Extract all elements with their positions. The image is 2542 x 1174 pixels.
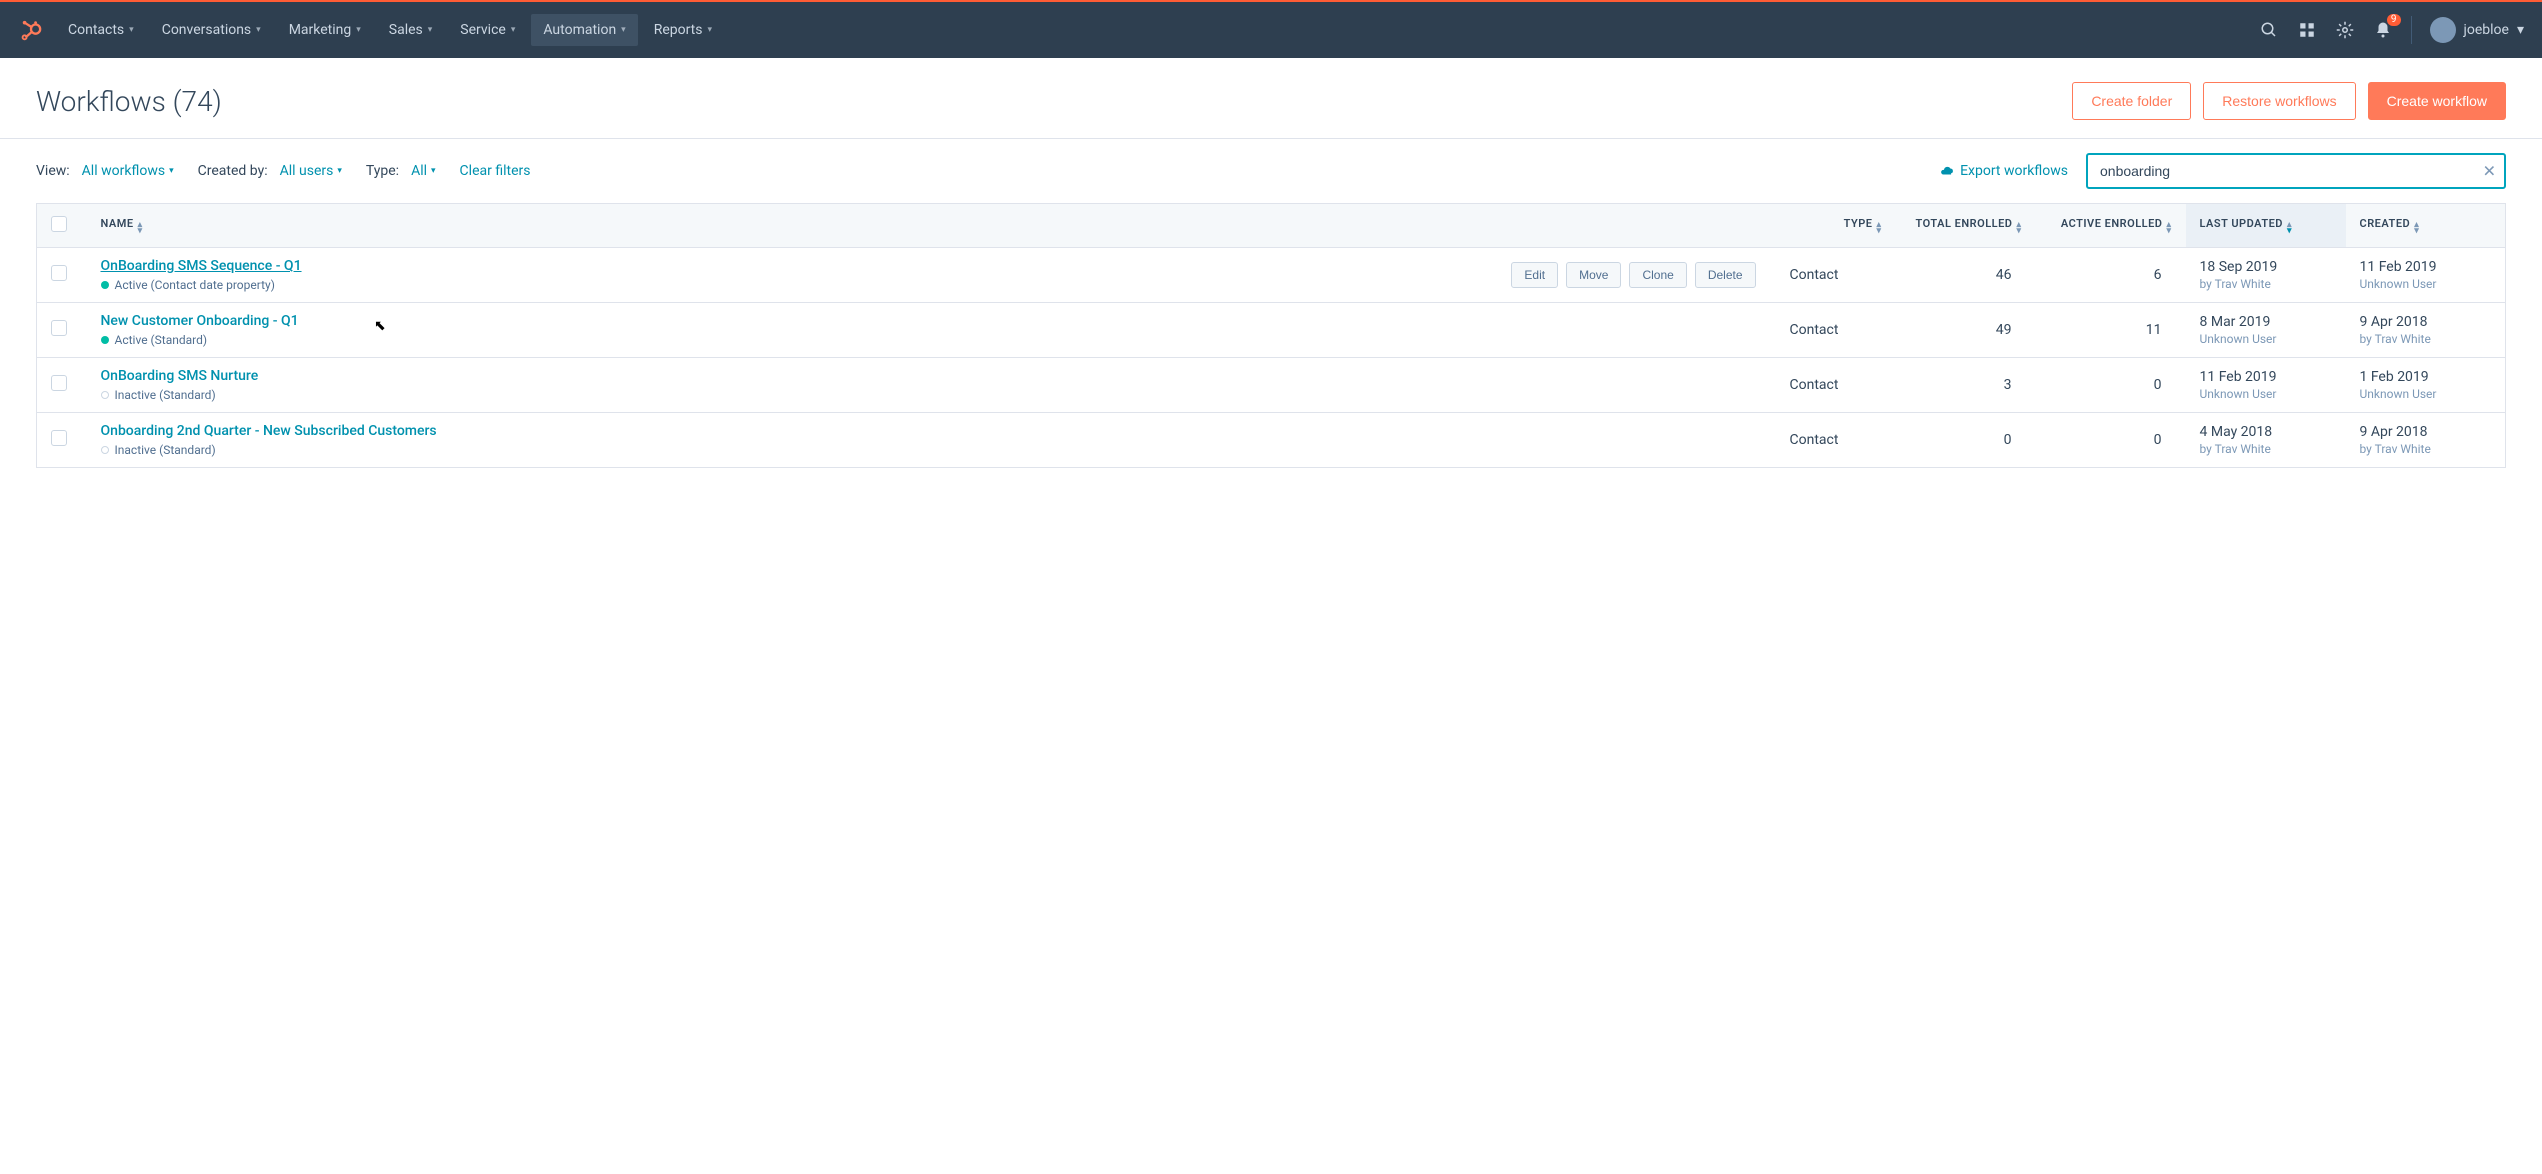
create-folder-button[interactable]: Create folder bbox=[2072, 82, 2191, 120]
chevron-down-icon: ▾ bbox=[169, 166, 174, 176]
workflow-type: Contact bbox=[1776, 248, 1896, 303]
chevron-down-icon: ▾ bbox=[708, 25, 713, 35]
chevron-down-icon: ▾ bbox=[431, 166, 436, 176]
nav-item-service[interactable]: Service▾ bbox=[448, 14, 527, 46]
chevron-down-icon: ▾ bbox=[621, 25, 626, 35]
last-updated-cell: 11 Feb 2019Unknown User bbox=[2186, 358, 2346, 413]
created-by-filter[interactable]: All users▾ bbox=[280, 163, 342, 179]
filter-bar: View: All workflows▾ Created by: All use… bbox=[0, 139, 2542, 203]
table-row: OnBoarding SMS Nurture Inactive (Standard… bbox=[37, 358, 2506, 413]
total-enrolled-value: 3 bbox=[1896, 358, 2036, 413]
export-workflows-link[interactable]: Export workflows bbox=[1940, 163, 2068, 179]
clone-button[interactable]: Clone bbox=[1629, 262, 1686, 288]
user-menu[interactable]: joebloe ▾ bbox=[2430, 17, 2524, 43]
marketplace-icon[interactable] bbox=[2297, 20, 2317, 40]
workflow-type: Contact bbox=[1776, 358, 1896, 413]
nav-item-contacts[interactable]: Contacts▾ bbox=[56, 14, 146, 46]
workflow-type: Contact bbox=[1776, 303, 1896, 358]
workflow-status: Active (Contact date property) bbox=[101, 278, 1484, 292]
nav-item-conversations[interactable]: Conversations▾ bbox=[150, 14, 273, 46]
clear-filters-link[interactable]: Clear filters bbox=[460, 163, 531, 179]
workflow-name-link[interactable]: OnBoarding SMS Sequence - Q1 bbox=[101, 258, 1484, 274]
hubspot-logo-icon[interactable] bbox=[18, 17, 44, 43]
search-input[interactable] bbox=[2086, 153, 2506, 189]
settings-gear-icon[interactable] bbox=[2335, 20, 2355, 40]
chevron-down-icon: ▾ bbox=[428, 25, 433, 35]
select-all-header[interactable] bbox=[37, 204, 87, 248]
table-row: OnBoarding SMS Sequence - Q1 Active (Cont… bbox=[37, 248, 2506, 303]
workflow-name-link[interactable]: New Customer Onboarding - Q1 bbox=[101, 313, 1484, 329]
chevron-down-icon: ▾ bbox=[256, 25, 261, 35]
create-workflow-button[interactable]: Create workflow bbox=[2368, 82, 2506, 120]
edit-button[interactable]: Edit bbox=[1511, 262, 1558, 288]
last-updated-cell: 18 Sep 2019by Trav White bbox=[2186, 248, 2346, 303]
table-row: New Customer Onboarding - Q1 Active (Stan… bbox=[37, 303, 2506, 358]
row-checkbox[interactable] bbox=[51, 320, 67, 336]
search-icon[interactable] bbox=[2259, 20, 2279, 40]
active-enrolled-value: 0 bbox=[2036, 413, 2186, 468]
row-checkbox[interactable] bbox=[51, 430, 67, 446]
cloud-download-icon bbox=[1940, 164, 1954, 178]
status-dot-icon bbox=[101, 281, 109, 289]
delete-button[interactable]: Delete bbox=[1695, 262, 1756, 288]
created-column-header[interactable]: CREATED▴▾ bbox=[2346, 204, 2506, 248]
name-column-header[interactable]: NAME▴▾ bbox=[87, 204, 1776, 248]
last-updated-column-header[interactable]: LAST UPDATED▴▾ bbox=[2186, 204, 2346, 248]
active-enrolled-column-header[interactable]: ACTIVE ENROLLED▴▾ bbox=[2036, 204, 2186, 248]
page-title: Workflows (74) bbox=[36, 85, 222, 118]
created-cell: 1 Feb 2019Unknown User bbox=[2346, 358, 2506, 413]
total-enrolled-value: 46 bbox=[1896, 248, 2036, 303]
select-all-checkbox[interactable] bbox=[51, 216, 67, 232]
type-label: Type: bbox=[366, 163, 399, 179]
workflows-table: NAME▴▾ TYPE▴▾ TOTAL ENROLLED▴▾ ACTIVE EN… bbox=[36, 203, 2506, 468]
last-updated-cell: 4 May 2018by Trav White bbox=[2186, 413, 2346, 468]
created-cell: 9 Apr 2018by Trav White bbox=[2346, 303, 2506, 358]
workflow-name-link[interactable]: Onboarding 2nd Quarter - New Subscribed … bbox=[101, 423, 1484, 439]
created-cell: 9 Apr 2018by Trav White bbox=[2346, 413, 2506, 468]
chevron-down-icon: ▾ bbox=[129, 25, 134, 35]
row-checkbox[interactable] bbox=[51, 375, 67, 391]
avatar bbox=[2430, 17, 2456, 43]
clear-search-icon[interactable]: ✕ bbox=[2483, 162, 2496, 181]
chevron-down-icon: ▾ bbox=[511, 25, 516, 35]
page-header: Workflows (74) Create folder Restore wor… bbox=[0, 58, 2542, 139]
chevron-down-icon: ▾ bbox=[356, 25, 361, 35]
move-button[interactable]: Move bbox=[1566, 262, 1621, 288]
type-filter[interactable]: All▾ bbox=[411, 163, 435, 179]
nav-item-marketing[interactable]: Marketing▾ bbox=[277, 14, 373, 46]
created-cell: 11 Feb 2019Unknown User bbox=[2346, 248, 2506, 303]
total-enrolled-value: 0 bbox=[1896, 413, 2036, 468]
workflow-name-link[interactable]: OnBoarding SMS Nurture bbox=[101, 368, 1484, 384]
type-column-header[interactable]: TYPE▴▾ bbox=[1776, 204, 1896, 248]
top-nav: Contacts▾Conversations▾Marketing▾Sales▾S… bbox=[0, 2, 2542, 58]
workflow-status: Active (Standard) bbox=[101, 333, 1484, 347]
notification-bell-icon[interactable]: 9 bbox=[2373, 20, 2393, 40]
workflow-status: Inactive (Standard) bbox=[101, 443, 1484, 457]
nav-item-reports[interactable]: Reports▾ bbox=[642, 14, 724, 46]
nav-item-automation[interactable]: Automation▾ bbox=[531, 14, 637, 46]
status-dot-icon bbox=[101, 336, 109, 344]
active-enrolled-value: 11 bbox=[2036, 303, 2186, 358]
view-label: View: bbox=[36, 163, 70, 179]
chevron-down-icon: ▾ bbox=[337, 166, 342, 176]
table-row: Onboarding 2nd Quarter - New Subscribed … bbox=[37, 413, 2506, 468]
workflow-type: Contact bbox=[1776, 413, 1896, 468]
total-enrolled-column-header[interactable]: TOTAL ENROLLED▴▾ bbox=[1896, 204, 2036, 248]
notification-badge: 9 bbox=[2387, 14, 2401, 26]
active-enrolled-value: 6 bbox=[2036, 248, 2186, 303]
username: joebloe bbox=[2464, 22, 2509, 38]
created-by-label: Created by: bbox=[198, 163, 268, 179]
status-dot-icon bbox=[101, 446, 109, 454]
view-filter[interactable]: All workflows▾ bbox=[82, 163, 174, 179]
active-enrolled-value: 0 bbox=[2036, 358, 2186, 413]
restore-workflows-button[interactable]: Restore workflows bbox=[2203, 82, 2355, 120]
status-dot-icon bbox=[101, 391, 109, 399]
nav-item-sales[interactable]: Sales▾ bbox=[377, 14, 445, 46]
workflow-status: Inactive (Standard) bbox=[101, 388, 1484, 402]
last-updated-cell: 8 Mar 2019Unknown User bbox=[2186, 303, 2346, 358]
total-enrolled-value: 49 bbox=[1896, 303, 2036, 358]
chevron-down-icon: ▾ bbox=[2517, 22, 2524, 38]
row-checkbox[interactable] bbox=[51, 265, 67, 281]
